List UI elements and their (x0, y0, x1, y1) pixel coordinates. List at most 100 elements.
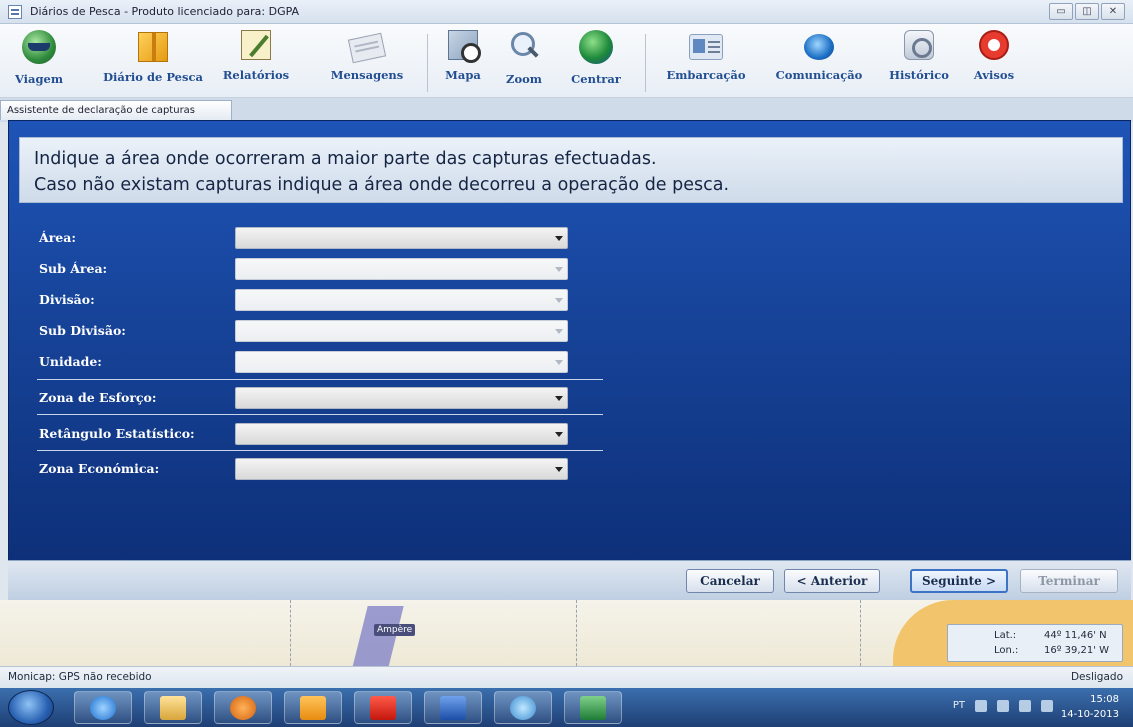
taskbar-network-app[interactable] (494, 691, 552, 724)
acrobat-icon (370, 696, 396, 720)
instruction-box: Indique a área onde ocorreram a maior pa… (19, 137, 1123, 203)
latitude-value: 44º 11,46' N (1044, 630, 1107, 641)
shipping-lane (352, 606, 404, 666)
chevron-down-icon (555, 267, 563, 272)
area-select[interactable] (235, 227, 568, 249)
history-icon (904, 30, 934, 60)
clock-time: 15:08 (1090, 694, 1119, 705)
taskbar-file-explorer[interactable] (144, 691, 202, 724)
sub-divisao-select[interactable] (235, 320, 568, 342)
main-toolbar: Viagem Diário de Pesca Relatórios Mensag… (0, 24, 1133, 98)
app-icon (8, 5, 22, 19)
chevron-down-icon (555, 329, 563, 334)
toolbar-comunicacao-button[interactable]: Comunicação (764, 30, 874, 92)
magnifier-icon (507, 30, 541, 64)
language-indicator[interactable]: PT (953, 700, 965, 712)
speaker-icon[interactable] (1041, 700, 1053, 712)
zona-economica-select[interactable] (235, 458, 568, 480)
toolbar-mensagens-button[interactable]: Mensagens (320, 30, 414, 92)
report-icon (241, 30, 271, 60)
divisao-select[interactable] (235, 289, 568, 311)
satellite-icon (804, 34, 834, 60)
toolbar-diario-button[interactable]: Diário de Pesca (98, 30, 208, 92)
taskbar-outlook[interactable] (284, 691, 342, 724)
map-icon (448, 30, 481, 63)
toolbar-label: Mapa (445, 68, 481, 82)
field-zona-economica: Zona Económica: (39, 458, 579, 482)
chevron-down-icon (555, 360, 563, 365)
unidade-select[interactable] (235, 351, 568, 373)
field-zona-esforco: Zona de Esforço: (39, 387, 579, 411)
longitude-value: 16º 39,21' W (1044, 645, 1110, 656)
next-button[interactable]: Seguinte > (910, 569, 1008, 593)
maximize-button[interactable]: ◫ (1075, 3, 1099, 20)
vessel-card-icon (689, 34, 723, 60)
excel-icon (580, 696, 606, 720)
finish-button[interactable]: Terminar (1020, 569, 1118, 593)
instruction-line-2: Caso não existam capturas indique a área… (34, 175, 730, 195)
close-button[interactable]: ✕ (1101, 3, 1125, 20)
taskbar-media-player[interactable] (214, 691, 272, 724)
clock-date: 14-10-2013 (1060, 709, 1119, 720)
field-divisao: Divisão: (39, 289, 579, 313)
box-icon (138, 32, 168, 62)
toolbar-relatorios-button[interactable]: Relatórios (214, 30, 298, 92)
previous-button[interactable]: < Anterior (784, 569, 880, 593)
toolbar-label: Relatórios (222, 68, 290, 82)
center-globe-icon (579, 30, 613, 64)
toolbar-label: Embarcação (666, 68, 746, 82)
toolbar-label: Centrar (571, 72, 621, 86)
system-tray: PT (953, 700, 1053, 712)
field-area: Área: (39, 227, 579, 251)
toolbar-centrar-button[interactable]: Centrar (560, 30, 632, 92)
field-label: Retângulo Estatístico: (39, 426, 195, 441)
windows-taskbar: PT 15:08 14-10-2013 (0, 688, 1133, 727)
field-label: Zona de Esforço: (39, 390, 157, 405)
instruction-line-1: Indique a área onde ocorreram a maior pa… (34, 149, 657, 169)
wizard-footer: Cancelar < Anterior Seguinte > Terminar (8, 560, 1131, 600)
grid-line (290, 600, 291, 666)
toolbar-viagem-button[interactable]: Viagem (14, 30, 64, 92)
chevron-down-icon (555, 432, 563, 437)
toolbar-historico-button[interactable]: Histórico (882, 30, 956, 92)
toolbar-label: Diário de Pesca (103, 70, 203, 84)
field-label: Sub Área: (39, 261, 108, 276)
internet-explorer-icon (90, 696, 116, 720)
network-icon[interactable] (1019, 700, 1031, 712)
start-button[interactable] (8, 690, 54, 725)
window-title: Diários de Pesca - Produto licenciado pa… (30, 5, 300, 18)
cancel-button[interactable]: Cancelar (686, 569, 774, 593)
taskbar-internet-explorer[interactable] (74, 691, 132, 724)
taskbar-acrobat[interactable] (354, 691, 412, 724)
alarm-clock-icon (979, 30, 1009, 60)
toolbar-label: Zoom (506, 72, 542, 86)
retangulo-estatistico-select[interactable] (235, 423, 568, 445)
folder-icon (160, 696, 186, 720)
field-label: Área: (39, 230, 76, 245)
toolbar-avisos-button[interactable]: Avisos (966, 30, 1022, 92)
sub-area-select[interactable] (235, 258, 568, 280)
connection-status: Desligado (1070, 671, 1123, 683)
toolbar-label: Histórico (889, 68, 949, 82)
field-sub-area: Sub Área: (39, 258, 579, 282)
minimize-button[interactable]: ▭ (1049, 3, 1073, 20)
toolbar-embarcacao-button[interactable]: Embarcação (658, 30, 754, 92)
outlook-icon (300, 696, 326, 720)
flag-icon[interactable] (997, 700, 1009, 712)
message-icon (347, 32, 387, 64)
field-unidade: Unidade: (39, 351, 579, 375)
zona-esforco-select[interactable] (235, 387, 568, 409)
map-place-label: Ampère (374, 624, 416, 636)
show-hidden-icons-icon[interactable] (975, 700, 987, 712)
system-clock[interactable]: 15:08 14-10-2013 (1061, 692, 1119, 722)
wizard-tab-title: Assistente de declaração de capturas (0, 100, 232, 120)
toolbar-zoom-button[interactable]: Zoom (500, 30, 548, 92)
chevron-down-icon (555, 467, 563, 472)
field-separator (37, 450, 603, 451)
field-separator (37, 379, 603, 380)
toolbar-separator (645, 34, 646, 92)
taskbar-word[interactable] (424, 691, 482, 724)
word-icon (440, 696, 466, 720)
toolbar-mapa-button[interactable]: Mapa (440, 30, 486, 92)
taskbar-excel[interactable] (564, 691, 622, 724)
